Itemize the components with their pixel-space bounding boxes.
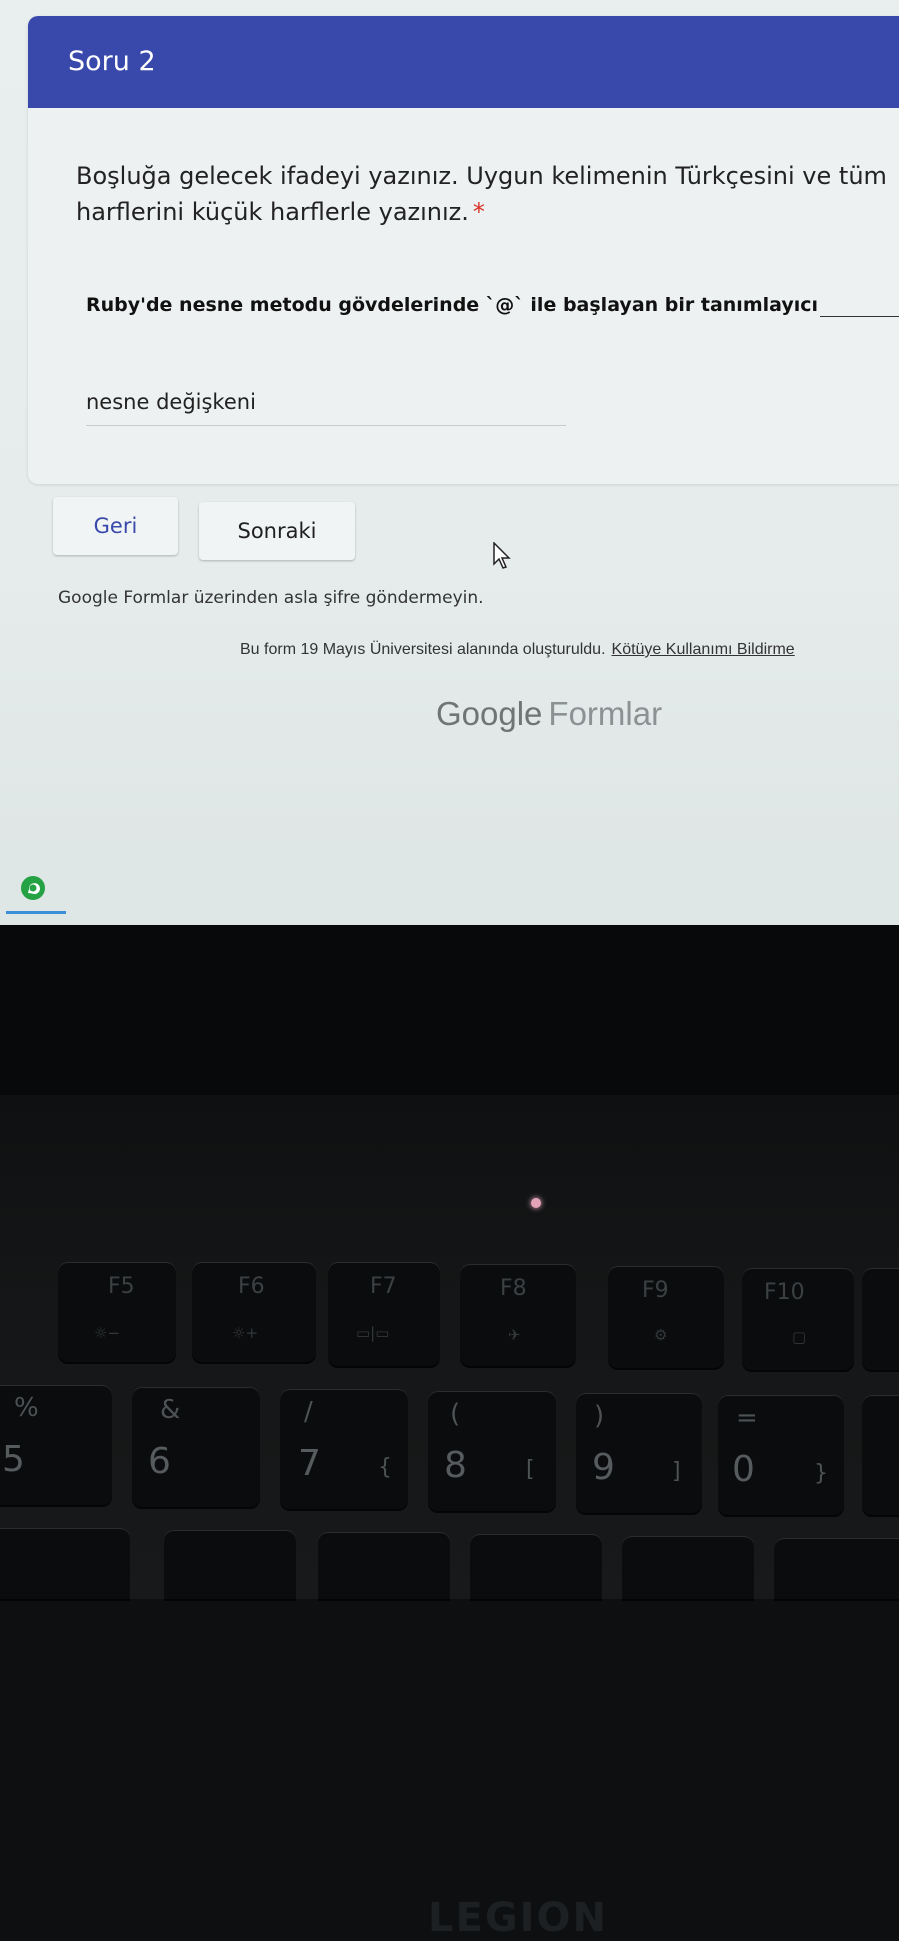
screen: Soru 2 Boşluğa gelecek ifadeyi yazınız. …: [0, 0, 899, 935]
key-number: 9: [592, 1447, 615, 1488]
key-9[interactable]: ) 9 ]: [576, 1393, 702, 1513]
answer-input[interactable]: nesne değişkeni: [86, 386, 566, 426]
section-title: Soru 2: [68, 46, 156, 77]
key-altgr-symbol: ]: [672, 1459, 681, 1484]
key-f10[interactable]: F10 ▢: [742, 1268, 854, 1370]
key-number: 0: [732, 1449, 755, 1490]
key-y-partial[interactable]: [164, 1530, 296, 1599]
whatsapp-icon[interactable]: [20, 875, 46, 901]
taskbar-active-indicator: [6, 911, 66, 914]
brightness-up-icon: ☼+: [232, 1324, 259, 1342]
power-led: [531, 1198, 541, 1208]
question-card: Soru 2 Boşluğa gelecek ifadeyi yazınız. …: [28, 16, 899, 484]
key-symbol: %: [14, 1393, 39, 1423]
key-altgr-symbol: [: [526, 1457, 535, 1482]
key-label: F5: [108, 1274, 135, 1299]
form-footer: Bu form 19 Mayıs Üniversitesi alanında o…: [240, 641, 795, 659]
key-0[interactable]: = 0 }: [718, 1395, 844, 1515]
key-f11-partial[interactable]: [862, 1268, 899, 1370]
key-label: F6: [238, 1274, 265, 1299]
key-f5[interactable]: F5 ☼−: [58, 1262, 176, 1362]
key-label: F10: [764, 1280, 805, 1305]
back-button[interactable]: Geri: [53, 497, 178, 555]
settings-icon: ⚙: [654, 1326, 668, 1344]
key-question-partial[interactable]: [862, 1395, 899, 1515]
key-symbol: /: [304, 1397, 313, 1427]
key-6[interactable]: & 6: [132, 1387, 260, 1507]
key-f8[interactable]: F8 ✈: [460, 1264, 576, 1366]
next-button[interactable]: Sonraki: [199, 502, 355, 560]
question-description: Ruby'de nesne metodu gövdelerinde `@` il…: [86, 294, 899, 317]
key-label: F8: [500, 1276, 527, 1301]
legion-logo: LEGION: [428, 1895, 609, 1941]
key-f7[interactable]: F7 ▭|▭: [328, 1262, 440, 1366]
laptop-bezel: LEGION: [0, 925, 899, 1941]
camera-icon: ▢: [792, 1328, 807, 1346]
key-number: 5: [2, 1439, 25, 1480]
key-8[interactable]: ( 8 [: [428, 1391, 556, 1511]
fill-blank: [820, 294, 899, 317]
key-number: 7: [298, 1443, 321, 1484]
password-warning: Google Formlar üzerinden asla şifre gönd…: [58, 588, 484, 608]
section-header: Soru 2: [28, 16, 899, 108]
key-f6[interactable]: F6 ☼+: [192, 1262, 316, 1362]
key-symbol: &: [160, 1395, 181, 1425]
required-mark: *: [472, 198, 485, 226]
brightness-down-icon: ☼−: [94, 1324, 121, 1342]
key-label: F9: [642, 1278, 669, 1303]
report-abuse-link[interactable]: Kötüye Kullanımı Bildirme: [612, 641, 795, 658]
brand-google: Google: [436, 695, 543, 732]
mouse-cursor-icon: [493, 542, 511, 569]
key-label: F7: [370, 1274, 397, 1299]
key-symbol: ): [594, 1401, 605, 1431]
key-symbol: =: [736, 1403, 758, 1433]
airplane-mode-icon: ✈: [508, 1326, 521, 1344]
key-u-partial[interactable]: [318, 1532, 450, 1599]
question-title: Boşluğa gelecek ifadeyi yazınız. Uygun k…: [76, 158, 899, 230]
display-mode-icon: ▭|▭: [356, 1324, 390, 1342]
key-o-partial[interactable]: [622, 1536, 754, 1599]
key-number: 6: [148, 1441, 171, 1482]
key-altgr-symbol: }: [814, 1461, 828, 1486]
key-number: 8: [444, 1445, 467, 1486]
key-symbol: (: [450, 1399, 461, 1429]
key-p-partial[interactable]: [774, 1538, 899, 1599]
key-5[interactable]: % 5: [0, 1385, 112, 1505]
question-description-text: Ruby'de nesne metodu gövdelerinde `@` il…: [86, 294, 819, 316]
taskbar: [0, 862, 899, 924]
key-altgr-symbol: {: [378, 1455, 392, 1480]
google-forms-logo[interactable]: Google Formlar: [436, 695, 662, 733]
key-t-partial[interactable]: [0, 1528, 130, 1599]
key-7[interactable]: / 7 {: [280, 1389, 408, 1509]
footer-text: Bu form 19 Mayıs Üniversitesi alanında o…: [240, 641, 606, 658]
key-i-partial[interactable]: [470, 1534, 602, 1599]
brand-forms: Formlar: [548, 695, 663, 732]
key-f9[interactable]: F9 ⚙: [608, 1266, 724, 1368]
